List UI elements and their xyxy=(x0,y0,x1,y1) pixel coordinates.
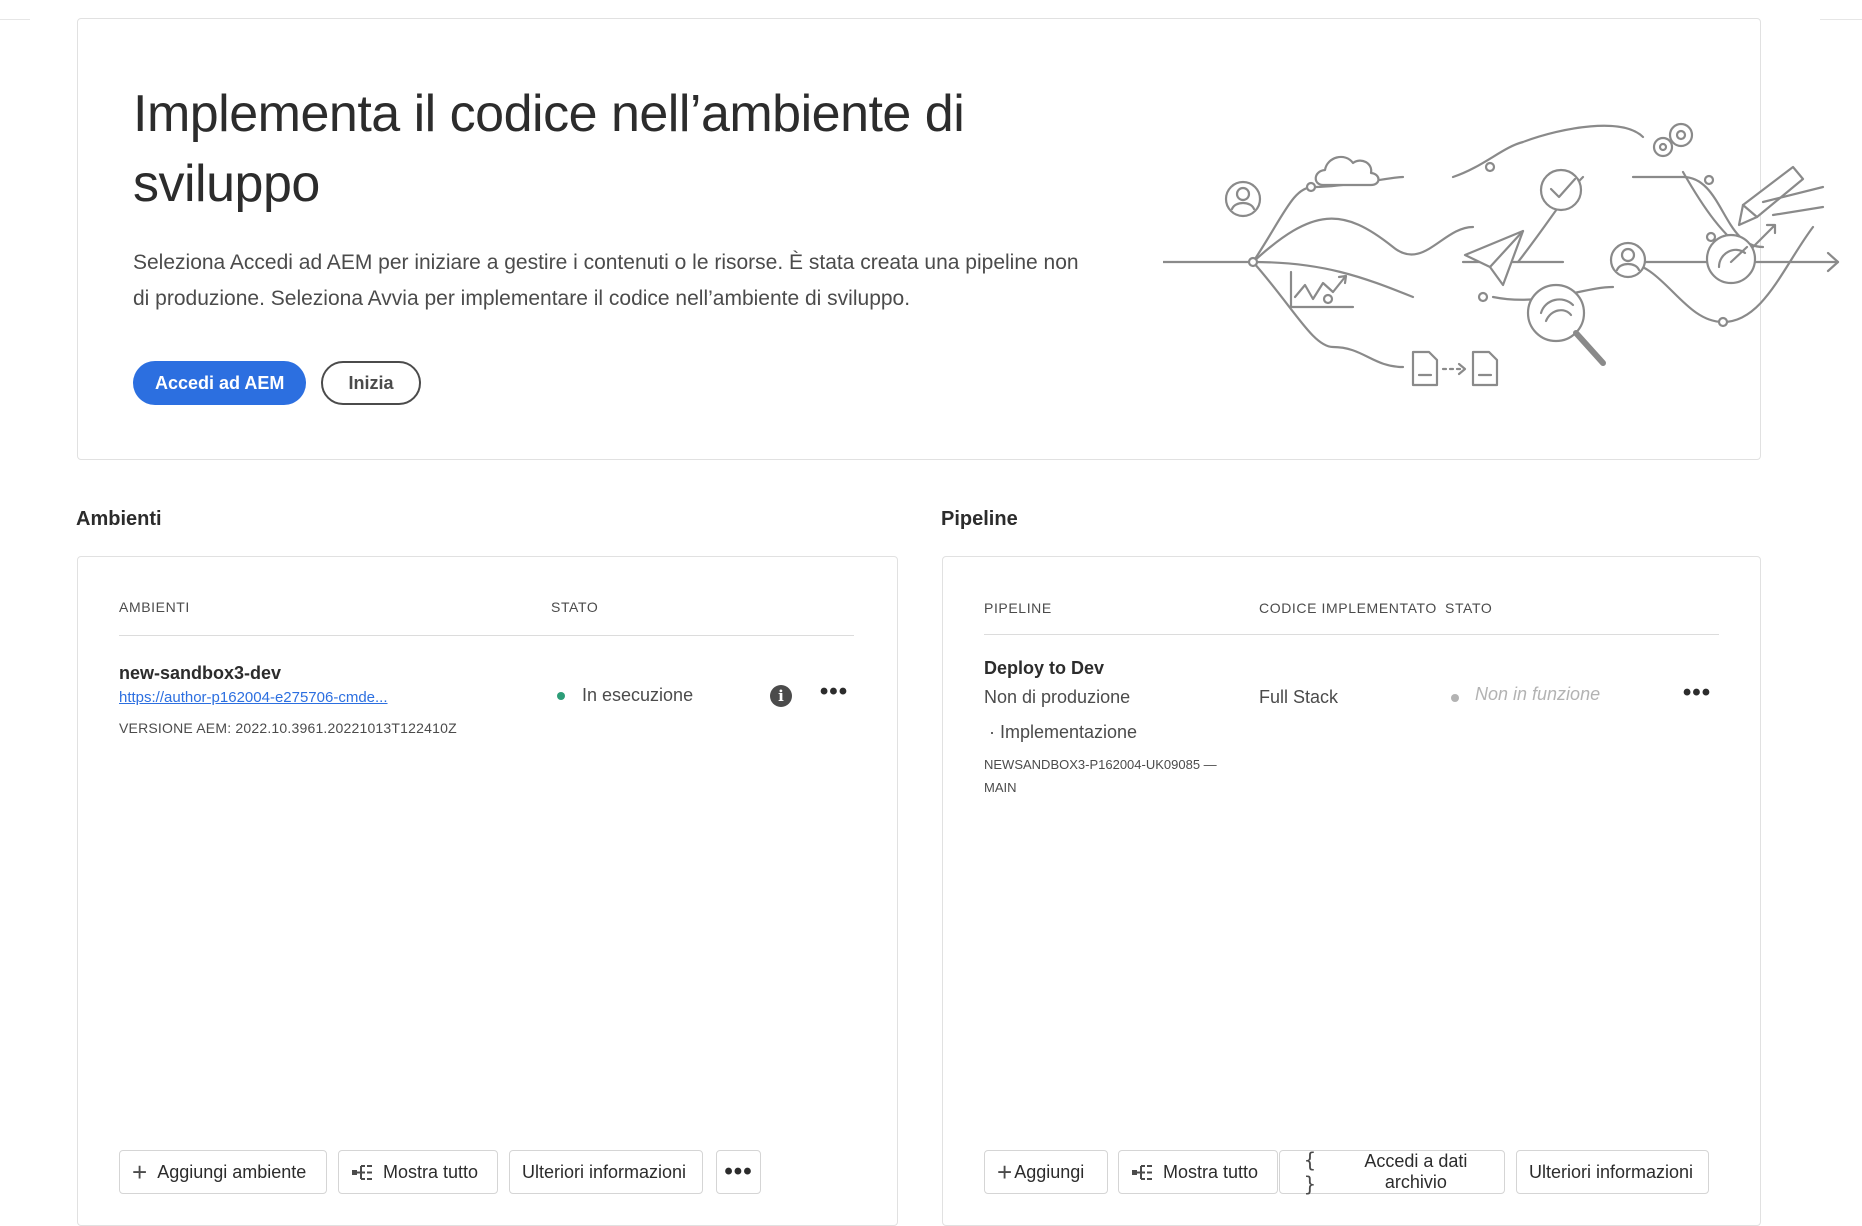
pipelines-section-title: Pipeline xyxy=(941,508,1018,530)
col-header-pipeline: PIPELINE xyxy=(984,600,1052,616)
add-environment-label: Aggiungi ambiente xyxy=(157,1161,307,1182)
plus-icon: + xyxy=(132,1157,148,1187)
learn-more-environments-button[interactable]: Ulteriori informazioni xyxy=(509,1150,703,1194)
add-pipeline-button[interactable]: + Aggiungi xyxy=(984,1150,1108,1194)
access-repo-label: Accedi a dati archivio xyxy=(1364,1151,1468,1192)
pipeline-repository: NEWSANDBOX3-P162004-UK09085 — MAIN xyxy=(984,757,1217,795)
workflow-illustration xyxy=(1163,122,1840,387)
info-icon[interactable]: i xyxy=(770,685,792,707)
col-header-status: STATO xyxy=(551,599,599,615)
learn-more-pipelines-button[interactable]: Ulteriori informazioni xyxy=(1516,1150,1709,1194)
table-divider xyxy=(984,634,1719,635)
hero-card: Implementa il codice nell’ambiente di sv… xyxy=(77,18,1840,460)
pipeline-status: Non in funzione xyxy=(1475,684,1601,704)
more-options-icon[interactable]: ••• xyxy=(1682,681,1712,708)
tree-view-icon xyxy=(351,1163,373,1181)
pipelines-card: PIPELINE CODICE IMPLEMENTATO STATO Deplo… xyxy=(942,556,1761,1226)
environments-section-title: Ambienti xyxy=(76,508,162,530)
tree-view-icon xyxy=(1131,1163,1153,1181)
top-divider-right xyxy=(1820,19,1862,20)
environment-status: In esecuzione xyxy=(582,685,694,705)
learn-more-label: Ulteriori informazioni xyxy=(522,1161,687,1182)
table-divider xyxy=(119,635,854,636)
environments-more-button[interactable]: ••• xyxy=(716,1150,761,1194)
show-all-environments-button[interactable]: Mostra tutto xyxy=(338,1150,498,1194)
more-options-icon[interactable]: ••• xyxy=(819,680,849,707)
plus-icon: + xyxy=(997,1157,1013,1187)
add-pipeline-label: Aggiungi xyxy=(1014,1161,1085,1182)
more-options-icon: ••• xyxy=(724,1158,753,1185)
status-idle-dot xyxy=(1451,694,1459,702)
start-button[interactable]: Inizia xyxy=(321,361,421,405)
environment-name: new-sandbox3-dev xyxy=(119,663,282,683)
top-divider-left xyxy=(0,19,30,20)
code-braces-icon: { } xyxy=(1303,1148,1318,1196)
pipeline-type: Non di produzione xyxy=(984,687,1131,707)
status-running-dot xyxy=(557,692,565,700)
aem-version: VERSIONE AEM: 2022.10.3961.20221013T1224… xyxy=(119,720,457,736)
show-all-label: Mostra tutto xyxy=(1163,1161,1259,1182)
col-header-environments: AMBIENTI xyxy=(119,599,190,615)
environments-card: AMBIENTI STATO new-sandbox3-dev https://… xyxy=(77,556,898,1226)
add-environment-button[interactable]: + Aggiungi ambiente xyxy=(119,1150,327,1194)
deployed-code: Full Stack xyxy=(1259,687,1339,707)
hero-description: Seleziona Accedi ad AEM per iniziare a g… xyxy=(133,251,1079,310)
environment-url-link[interactable]: https://author-p162004-e275706-cmde... xyxy=(119,689,388,706)
access-repo-info-button[interactable]: { } Accedi a dati archivio xyxy=(1279,1148,1505,1196)
show-all-pipelines-button[interactable]: Mostra tutto xyxy=(1118,1150,1278,1194)
col-header-status: STATO xyxy=(1445,600,1493,616)
pipeline-name: Deploy to Dev xyxy=(984,658,1105,678)
access-aem-button[interactable]: Accedi ad AEM xyxy=(133,361,307,405)
learn-more-label: Ulteriori informazioni xyxy=(1529,1161,1694,1182)
pipeline-phase: · Implementazione xyxy=(989,722,1138,742)
hero-title: Implementa il codice nell’ambiente di sv… xyxy=(133,85,965,213)
show-all-label: Mostra tutto xyxy=(383,1161,479,1182)
col-header-deployed-code: CODICE IMPLEMENTATO xyxy=(1259,600,1437,616)
